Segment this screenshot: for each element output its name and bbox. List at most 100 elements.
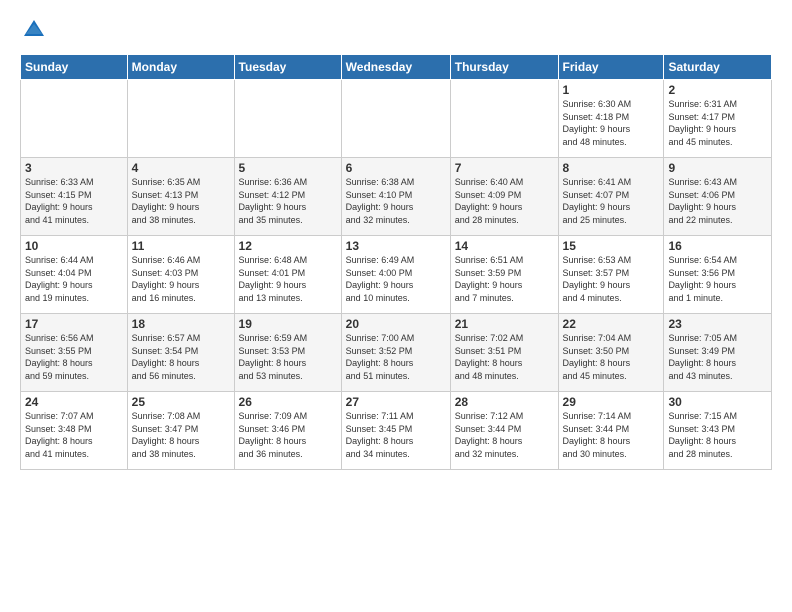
calendar-cell: 1Sunrise: 6:30 AM Sunset: 4:18 PM Daylig… [558,80,664,158]
day-info: Sunrise: 6:46 AM Sunset: 4:03 PM Dayligh… [132,254,230,304]
calendar-cell: 20Sunrise: 7:00 AM Sunset: 3:52 PM Dayli… [341,314,450,392]
day-number: 5 [239,161,337,175]
calendar-table: SundayMondayTuesdayWednesdayThursdayFrid… [20,54,772,470]
calendar-cell: 14Sunrise: 6:51 AM Sunset: 3:59 PM Dayli… [450,236,558,314]
day-number: 22 [563,317,660,331]
day-number: 4 [132,161,230,175]
calendar-cell: 17Sunrise: 6:56 AM Sunset: 3:55 PM Dayli… [21,314,128,392]
calendar-cell: 11Sunrise: 6:46 AM Sunset: 4:03 PM Dayli… [127,236,234,314]
day-number: 28 [455,395,554,409]
day-info: Sunrise: 7:11 AM Sunset: 3:45 PM Dayligh… [346,410,446,460]
calendar-header-monday: Monday [127,55,234,80]
day-info: Sunrise: 6:36 AM Sunset: 4:12 PM Dayligh… [239,176,337,226]
day-number: 30 [668,395,767,409]
calendar-cell: 18Sunrise: 6:57 AM Sunset: 3:54 PM Dayli… [127,314,234,392]
day-info: Sunrise: 6:31 AM Sunset: 4:17 PM Dayligh… [668,98,767,148]
day-info: Sunrise: 6:57 AM Sunset: 3:54 PM Dayligh… [132,332,230,382]
calendar-cell: 24Sunrise: 7:07 AM Sunset: 3:48 PM Dayli… [21,392,128,470]
calendar-cell: 15Sunrise: 6:53 AM Sunset: 3:57 PM Dayli… [558,236,664,314]
calendar-header-friday: Friday [558,55,664,80]
calendar-header-row: SundayMondayTuesdayWednesdayThursdayFrid… [21,55,772,80]
day-number: 24 [25,395,123,409]
calendar-cell: 29Sunrise: 7:14 AM Sunset: 3:44 PM Dayli… [558,392,664,470]
day-number: 17 [25,317,123,331]
calendar-cell [341,80,450,158]
day-info: Sunrise: 6:38 AM Sunset: 4:10 PM Dayligh… [346,176,446,226]
calendar-week-2: 10Sunrise: 6:44 AM Sunset: 4:04 PM Dayli… [21,236,772,314]
calendar-cell: 21Sunrise: 7:02 AM Sunset: 3:51 PM Dayli… [450,314,558,392]
day-info: Sunrise: 6:30 AM Sunset: 4:18 PM Dayligh… [563,98,660,148]
day-number: 6 [346,161,446,175]
calendar-cell [234,80,341,158]
calendar-cell: 27Sunrise: 7:11 AM Sunset: 3:45 PM Dayli… [341,392,450,470]
day-info: Sunrise: 6:48 AM Sunset: 4:01 PM Dayligh… [239,254,337,304]
calendar-week-0: 1Sunrise: 6:30 AM Sunset: 4:18 PM Daylig… [21,80,772,158]
calendar-cell: 22Sunrise: 7:04 AM Sunset: 3:50 PM Dayli… [558,314,664,392]
calendar-cell: 23Sunrise: 7:05 AM Sunset: 3:49 PM Dayli… [664,314,772,392]
day-number: 23 [668,317,767,331]
calendar-cell: 16Sunrise: 6:54 AM Sunset: 3:56 PM Dayli… [664,236,772,314]
day-number: 2 [668,83,767,97]
day-info: Sunrise: 6:44 AM Sunset: 4:04 PM Dayligh… [25,254,123,304]
day-number: 1 [563,83,660,97]
day-info: Sunrise: 6:59 AM Sunset: 3:53 PM Dayligh… [239,332,337,382]
day-info: Sunrise: 6:35 AM Sunset: 4:13 PM Dayligh… [132,176,230,226]
day-info: Sunrise: 6:56 AM Sunset: 3:55 PM Dayligh… [25,332,123,382]
logo [20,16,52,44]
calendar-cell: 2Sunrise: 6:31 AM Sunset: 4:17 PM Daylig… [664,80,772,158]
calendar-cell: 3Sunrise: 6:33 AM Sunset: 4:15 PM Daylig… [21,158,128,236]
day-info: Sunrise: 7:15 AM Sunset: 3:43 PM Dayligh… [668,410,767,460]
day-number: 7 [455,161,554,175]
calendar-cell: 19Sunrise: 6:59 AM Sunset: 3:53 PM Dayli… [234,314,341,392]
calendar-week-3: 17Sunrise: 6:56 AM Sunset: 3:55 PM Dayli… [21,314,772,392]
day-number: 16 [668,239,767,253]
day-info: Sunrise: 6:51 AM Sunset: 3:59 PM Dayligh… [455,254,554,304]
day-info: Sunrise: 7:00 AM Sunset: 3:52 PM Dayligh… [346,332,446,382]
day-info: Sunrise: 6:54 AM Sunset: 3:56 PM Dayligh… [668,254,767,304]
day-info: Sunrise: 7:08 AM Sunset: 3:47 PM Dayligh… [132,410,230,460]
logo-icon [20,16,48,44]
day-number: 20 [346,317,446,331]
calendar-cell [127,80,234,158]
header [20,16,772,44]
day-number: 15 [563,239,660,253]
calendar-cell: 30Sunrise: 7:15 AM Sunset: 3:43 PM Dayli… [664,392,772,470]
day-number: 8 [563,161,660,175]
day-number: 12 [239,239,337,253]
day-number: 29 [563,395,660,409]
calendar-cell: 5Sunrise: 6:36 AM Sunset: 4:12 PM Daylig… [234,158,341,236]
day-info: Sunrise: 7:02 AM Sunset: 3:51 PM Dayligh… [455,332,554,382]
calendar-cell: 12Sunrise: 6:48 AM Sunset: 4:01 PM Dayli… [234,236,341,314]
calendar-header-sunday: Sunday [21,55,128,80]
calendar-cell: 9Sunrise: 6:43 AM Sunset: 4:06 PM Daylig… [664,158,772,236]
calendar-header-saturday: Saturday [664,55,772,80]
day-info: Sunrise: 7:07 AM Sunset: 3:48 PM Dayligh… [25,410,123,460]
calendar-cell: 6Sunrise: 6:38 AM Sunset: 4:10 PM Daylig… [341,158,450,236]
calendar-week-1: 3Sunrise: 6:33 AM Sunset: 4:15 PM Daylig… [21,158,772,236]
calendar-cell: 26Sunrise: 7:09 AM Sunset: 3:46 PM Dayli… [234,392,341,470]
calendar-week-4: 24Sunrise: 7:07 AM Sunset: 3:48 PM Dayli… [21,392,772,470]
calendar-cell: 4Sunrise: 6:35 AM Sunset: 4:13 PM Daylig… [127,158,234,236]
page: SundayMondayTuesdayWednesdayThursdayFrid… [0,0,792,612]
day-info: Sunrise: 6:40 AM Sunset: 4:09 PM Dayligh… [455,176,554,226]
day-info: Sunrise: 7:09 AM Sunset: 3:46 PM Dayligh… [239,410,337,460]
calendar-cell [450,80,558,158]
day-info: Sunrise: 6:49 AM Sunset: 4:00 PM Dayligh… [346,254,446,304]
day-number: 26 [239,395,337,409]
calendar-header-thursday: Thursday [450,55,558,80]
day-info: Sunrise: 7:14 AM Sunset: 3:44 PM Dayligh… [563,410,660,460]
day-number: 25 [132,395,230,409]
day-number: 10 [25,239,123,253]
day-info: Sunrise: 6:33 AM Sunset: 4:15 PM Dayligh… [25,176,123,226]
day-number: 13 [346,239,446,253]
day-number: 14 [455,239,554,253]
day-info: Sunrise: 7:05 AM Sunset: 3:49 PM Dayligh… [668,332,767,382]
day-info: Sunrise: 7:12 AM Sunset: 3:44 PM Dayligh… [455,410,554,460]
day-number: 3 [25,161,123,175]
day-info: Sunrise: 6:43 AM Sunset: 4:06 PM Dayligh… [668,176,767,226]
day-number: 11 [132,239,230,253]
calendar-cell: 7Sunrise: 6:40 AM Sunset: 4:09 PM Daylig… [450,158,558,236]
calendar-cell: 13Sunrise: 6:49 AM Sunset: 4:00 PM Dayli… [341,236,450,314]
calendar-header-tuesday: Tuesday [234,55,341,80]
calendar-header-wednesday: Wednesday [341,55,450,80]
